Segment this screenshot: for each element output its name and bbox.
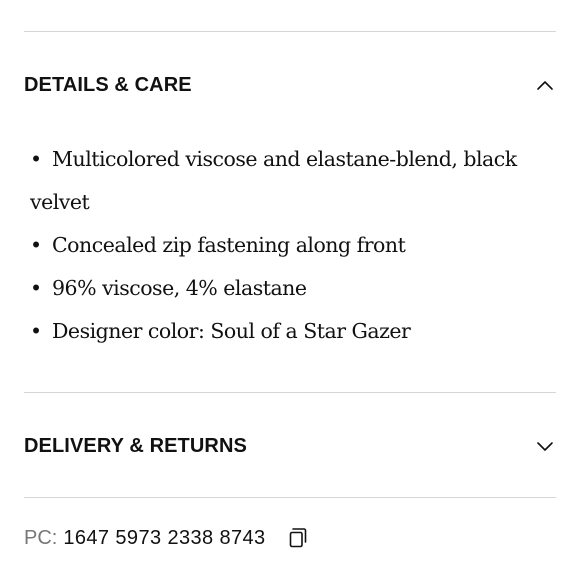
chevron-up-icon[interactable] xyxy=(534,74,556,96)
details-list-item-text: 96% viscose, 4% elastane xyxy=(52,276,307,300)
details-list-item-text: Multicolored viscose and elastane-blend,… xyxy=(30,147,517,214)
bottom-divider xyxy=(24,497,556,498)
product-code-label: PC: xyxy=(24,526,58,549)
details-list-item: • Designer color: Soul of a Star Gazer xyxy=(30,310,550,353)
chevron-down-icon[interactable] xyxy=(534,435,556,457)
product-code-row: PC: 1647 5973 2338 8743 xyxy=(24,520,310,556)
bullet: • xyxy=(30,276,42,300)
details-care-list: • Multicolored viscose and elastane-blend… xyxy=(30,138,550,353)
details-list-item: • 96% viscose, 4% elastane xyxy=(30,267,550,310)
bullet: • xyxy=(30,319,42,343)
details-list-item: • Concealed zip fastening along front xyxy=(30,224,550,267)
details-care-title: DETAILS & CARE xyxy=(24,73,192,96)
top-divider xyxy=(24,31,556,32)
details-list-item-text: Designer color: Soul of a Star Gazer xyxy=(52,319,411,343)
middle-divider xyxy=(24,392,556,393)
copy-icon[interactable] xyxy=(286,525,310,551)
details-care-header[interactable]: DETAILS & CARE xyxy=(24,63,556,107)
bullet: • xyxy=(30,147,42,171)
details-list-item: • Multicolored viscose and elastane-blend… xyxy=(30,138,550,224)
delivery-returns-header[interactable]: DELIVERY & RETURNS xyxy=(24,424,556,468)
bullet: • xyxy=(30,233,42,257)
details-list-item-text: Concealed zip fastening along front xyxy=(52,233,406,257)
product-code-value: 1647 5973 2338 8743 xyxy=(63,526,266,549)
delivery-returns-title: DELIVERY & RETURNS xyxy=(24,434,247,457)
